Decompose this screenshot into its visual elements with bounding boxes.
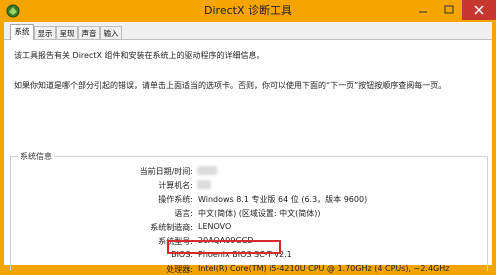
label-current-datetime: 当前日期/时间: [139,167,193,176]
system-info-group-title: 系统信息 [18,151,54,162]
value-processor: Intel(R) Core(TM) i5-4210U CPU @ 1.70GHz… [198,264,450,273]
tab-strip: 系统 显示 呈现 声音 输入 [4,22,492,40]
intro-line-2: 如果你知道是哪个部分引起的错误，请单击上面适当的选项卡。否则，你可以使用下面的“… [14,81,447,90]
directx-diag-window: DirectX 诊断工具 系统 显示 呈现 声音 输入 该工具报告有关 Dire… [0,0,496,274]
dialog-client-area: 系统 显示 呈现 声音 输入 该工具报告有关 DirectX 组件和安装在系统上… [4,22,492,274]
title-bar[interactable]: DirectX 诊断工具 [0,0,496,22]
minimize-button[interactable] [410,0,436,20]
close-icon [474,5,484,15]
label-processor: 处理器: [166,265,193,274]
system-tab-panel: 该工具报告有关 DirectX 组件和安装在系统上的驱动程序的详细信息。 如果你… [4,39,492,274]
redacted-datetime-value [197,166,217,175]
value-language: 中文(简体) (区域设置: 中文(简体)) [198,209,321,218]
redacted-computer-name-value [197,180,211,189]
label-language: 语言: [174,209,193,218]
label-computer-name: 计算机名: [158,181,193,190]
label-operating-system: 操作系统: [158,195,193,204]
tab-input[interactable]: 输入 [100,26,122,39]
close-button[interactable] [462,0,496,20]
tab-sound[interactable]: 声音 [78,26,100,39]
maximize-icon [444,5,454,14]
tab-system[interactable]: 系统 [10,24,34,40]
value-system-manufacturer: LENOVO [198,222,232,231]
bios-highlight-box [167,240,281,254]
tab-display[interactable]: 显示 [34,26,56,39]
value-operating-system: Windows 8.1 专业版 64 位 (6.3，版本 9600) [198,195,368,204]
minimize-icon [419,11,427,13]
maximize-button[interactable] [436,0,462,20]
label-system-manufacturer: 系统制造商: [150,223,193,232]
tab-render[interactable]: 呈现 [56,26,78,39]
intro-line-1: 该工具报告有关 DirectX 组件和安装在系统上的驱动程序的详细信息。 [14,51,265,60]
